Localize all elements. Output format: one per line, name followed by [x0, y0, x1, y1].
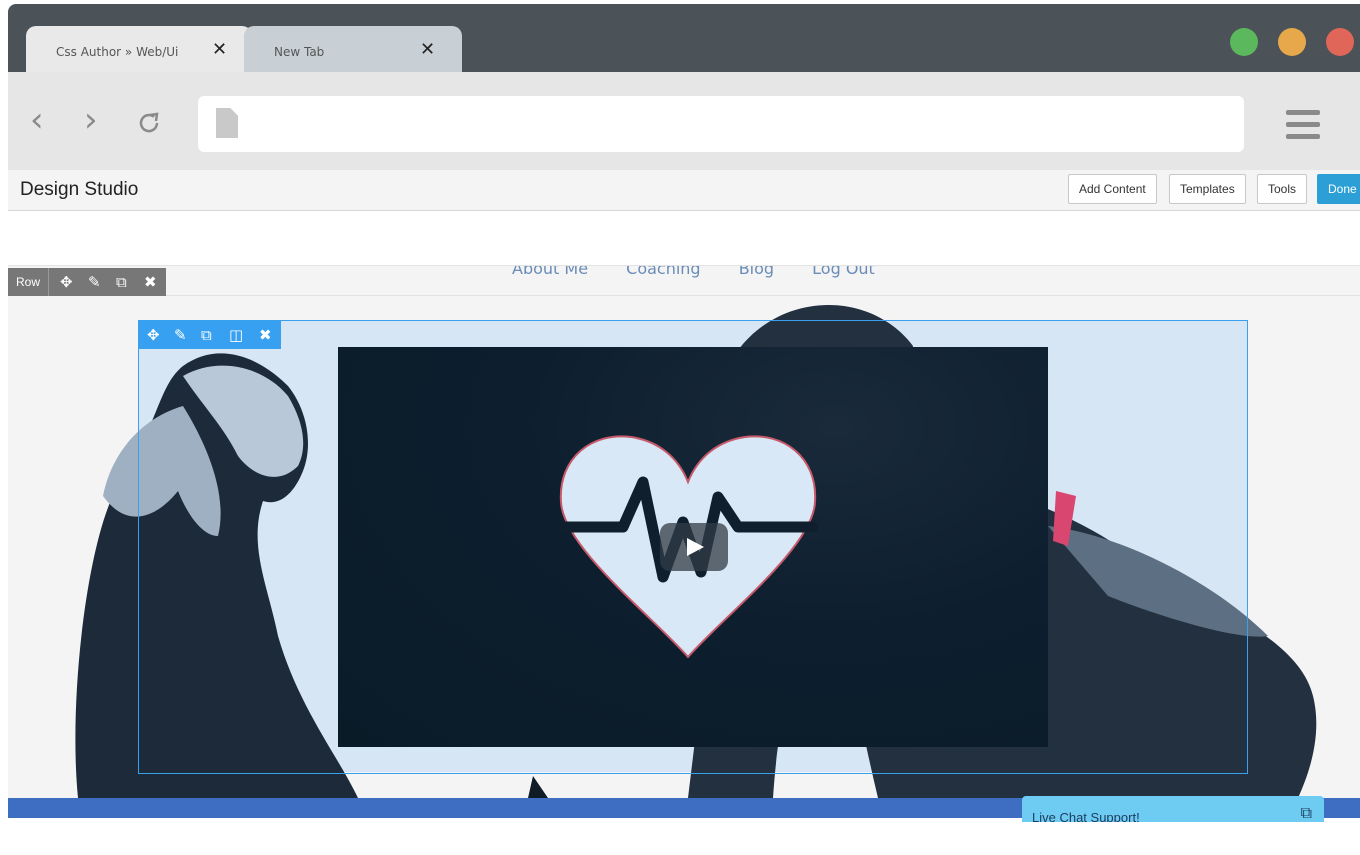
editor-canvas: About Me Coaching Blog Log Out Row ✥ ✎ ⧉… — [8, 266, 1360, 798]
tab-title: Css Author » Web/Ui — [56, 45, 179, 59]
close-icon[interactable]: ✖ — [144, 273, 157, 291]
video-player[interactable] — [338, 347, 1048, 747]
browser-tab-new[interactable]: New Tab ✕ — [244, 26, 462, 74]
nav-link-about-me[interactable]: About Me — [512, 266, 588, 278]
play-icon — [687, 538, 704, 556]
duplicate-icon[interactable]: ⧉ — [116, 273, 127, 291]
play-button[interactable] — [660, 523, 728, 571]
browser-nav-bar: ‹ › — [8, 72, 1360, 170]
close-icon[interactable]: ✖ — [259, 326, 272, 344]
wrench-icon[interactable]: ✎ — [174, 326, 187, 344]
move-icon[interactable]: ✥ — [60, 273, 73, 291]
studio-title: Design Studio — [20, 179, 139, 200]
columns-icon[interactable]: ◫ — [229, 326, 243, 344]
menu-icon[interactable] — [1286, 110, 1320, 115]
back-icon[interactable]: ‹ — [30, 100, 44, 140]
nav-link-log-out[interactable]: Log Out — [812, 266, 875, 278]
live-chat-widget[interactable]: Live Chat Support! ⧉ — [1022, 796, 1324, 822]
chat-popout-icon[interactable]: ⧉ — [1301, 805, 1312, 822]
close-tab-icon[interactable]: ✕ — [420, 39, 435, 60]
tools-button[interactable]: Tools — [1257, 174, 1308, 204]
window-close-button[interactable] — [1326, 28, 1354, 56]
reload-icon[interactable] — [136, 110, 162, 136]
close-tab-icon[interactable]: ✕ — [212, 39, 227, 60]
tab-title: New Tab — [274, 45, 325, 59]
move-icon[interactable]: ✥ — [147, 326, 160, 344]
site-nav: About Me Coaching Blog Log Out — [512, 266, 908, 278]
forward-icon[interactable]: › — [84, 100, 98, 140]
row-toolbar: Row ✥ ✎ ⧉ ✖ — [8, 268, 166, 296]
browser-tab-active[interactable]: Css Author » Web/Ui ✕ — [26, 26, 252, 74]
wrench-icon[interactable]: ✎ — [88, 273, 101, 291]
nav-link-coaching[interactable]: Coaching — [626, 266, 700, 278]
studio-toolbar: Design Studio Add Content Templates Tool… — [8, 170, 1360, 211]
page-header-area — [8, 211, 1360, 266]
page-bottom — [0, 818, 1360, 855]
page-icon — [216, 108, 238, 138]
browser-tab-bar: Css Author » Web/Ui ✕ New Tab ✕ — [8, 4, 1360, 74]
chat-label: Live Chat Support! — [1032, 810, 1140, 822]
duplicate-icon[interactable]: ⧉ — [201, 326, 212, 344]
done-button[interactable]: Done — [1317, 174, 1360, 204]
canvas-divider — [8, 295, 1360, 296]
nav-link-blog[interactable]: Blog — [739, 266, 774, 278]
window-minimize-button[interactable] — [1278, 28, 1306, 56]
add-content-button[interactable]: Add Content — [1068, 174, 1157, 204]
row-label: Row — [16, 275, 41, 289]
column-toolbar: ✥ ✎ ⧉ ◫ ✖ — [139, 321, 281, 349]
templates-button[interactable]: Templates — [1169, 174, 1246, 204]
window-maximize-button[interactable] — [1230, 28, 1258, 56]
address-bar[interactable] — [198, 96, 1244, 152]
